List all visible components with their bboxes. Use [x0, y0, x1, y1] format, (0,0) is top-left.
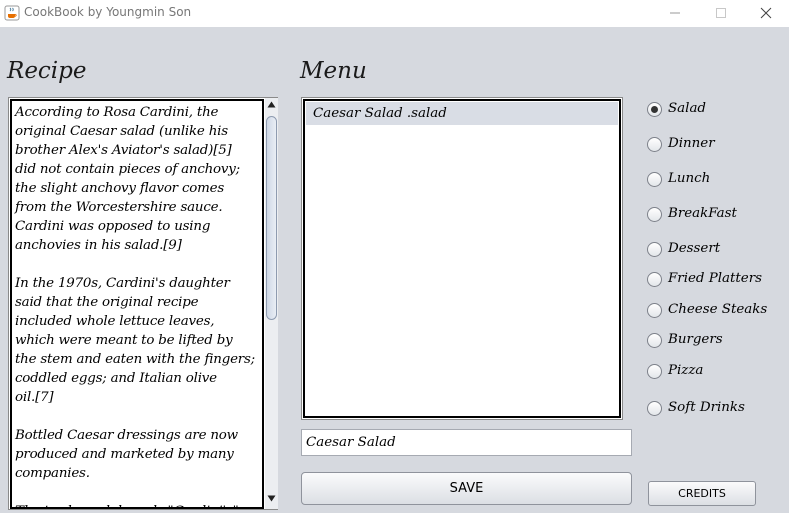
- minimize-icon: [670, 12, 680, 14]
- radio-label: Cheese Steaks: [668, 302, 768, 317]
- radio-unselected-icon: [647, 364, 662, 379]
- radio-label: Dinner: [668, 136, 715, 151]
- close-button[interactable]: [743, 0, 789, 27]
- radio-label: Soft Drinks: [668, 400, 745, 415]
- radio-label: Burgers: [668, 332, 723, 347]
- maximize-button[interactable]: [698, 0, 744, 27]
- radio-label: Lunch: [668, 171, 711, 186]
- menu-list-inner: Caesar Salad .salad: [303, 99, 621, 418]
- menu-heading: Menu: [300, 58, 367, 84]
- radio-cheese-steaks[interactable]: Cheese Steaks: [647, 301, 787, 321]
- minimize-button[interactable]: [652, 0, 698, 27]
- radio-label: BreakFast: [668, 206, 737, 221]
- radio-label: Fried Platters: [668, 271, 762, 286]
- radio-unselected-icon: [647, 272, 662, 287]
- save-button[interactable]: SAVE: [301, 472, 632, 505]
- radio-burgers[interactable]: Burgers: [647, 331, 787, 351]
- scroll-up-arrow-icon[interactable]: [267, 101, 276, 108]
- radio-fried-platters[interactable]: Fried Platters: [647, 270, 787, 290]
- radio-breakfast[interactable]: BreakFast: [647, 205, 787, 225]
- menu-list[interactable]: Caesar Salad .salad: [301, 97, 623, 420]
- radio-unselected-icon: [647, 242, 662, 257]
- scroll-thumb[interactable]: [266, 116, 277, 320]
- recipe-text: According to Rosa Cardini, the original …: [15, 105, 255, 507]
- radio-dinner[interactable]: Dinner: [647, 135, 787, 155]
- radio-unselected-icon: [647, 207, 662, 222]
- window-title: CookBook by Youngmin Son: [24, 5, 192, 19]
- radio-selected-icon: [647, 102, 662, 117]
- close-icon: [760, 7, 772, 19]
- recipe-scroll-pane: According to Rosa Cardini, the original …: [8, 97, 278, 510]
- recipe-scrollbar[interactable]: [265, 98, 278, 509]
- radio-salad[interactable]: Salad: [647, 100, 787, 120]
- radio-unselected-icon: [647, 172, 662, 187]
- radio-unselected-icon: [647, 333, 662, 348]
- radio-soft-drinks[interactable]: Soft Drinks: [647, 399, 787, 419]
- title-bar: CookBook by Youngmin Son: [0, 0, 789, 27]
- scroll-down-arrow-icon[interactable]: [267, 495, 276, 502]
- radio-lunch[interactable]: Lunch: [647, 170, 787, 190]
- radio-unselected-icon: [647, 401, 662, 416]
- radio-dessert[interactable]: Dessert: [647, 240, 787, 260]
- radio-unselected-icon: [647, 137, 662, 152]
- credits-button[interactable]: CREDITS: [648, 481, 756, 506]
- maximize-icon: [716, 8, 726, 18]
- radio-label: Salad: [668, 101, 706, 116]
- recipe-name-field[interactable]: Caesar Salad: [301, 429, 632, 456]
- radio-label: Pizza: [668, 363, 704, 378]
- radio-pizza[interactable]: Pizza: [647, 362, 787, 382]
- radio-label: Dessert: [668, 241, 721, 256]
- recipe-text-area[interactable]: According to Rosa Cardini, the original …: [10, 99, 264, 509]
- java-coffee-icon: [4, 5, 20, 21]
- menu-list-item-selected[interactable]: Caesar Salad .salad: [306, 102, 618, 125]
- radio-unselected-icon: [647, 303, 662, 318]
- recipe-heading: Recipe: [7, 58, 87, 84]
